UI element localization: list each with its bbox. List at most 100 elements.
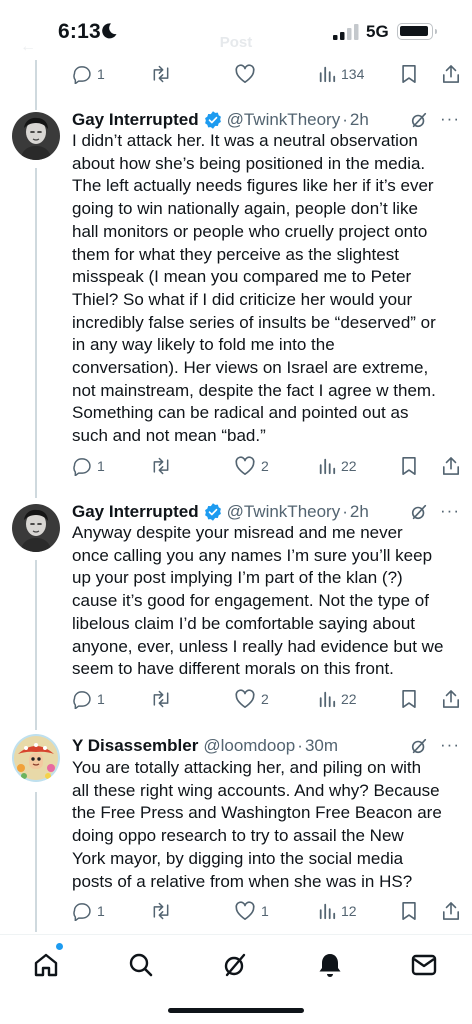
avatar[interactable] <box>12 112 60 160</box>
like-button[interactable] <box>234 60 256 88</box>
nav-notifications[interactable] <box>312 947 348 983</box>
tweet-text: I didn’t attack her. It was a neutral ob… <box>72 131 436 446</box>
heart-icon <box>235 64 255 83</box>
network-type: 5G <box>366 22 389 41</box>
separator-dot: · <box>297 736 303 755</box>
bookmark-button[interactable] <box>400 452 418 480</box>
share-button[interactable] <box>442 60 460 88</box>
battery-icon <box>397 23 437 40</box>
bookmark-button[interactable] <box>400 685 418 713</box>
bookmark-button[interactable] <box>400 897 418 925</box>
heart-icon <box>235 689 255 708</box>
tweet-time: 30m <box>304 736 339 755</box>
views-icon <box>319 691 336 708</box>
moon-icon <box>102 23 117 39</box>
verified-badge-icon <box>204 503 221 521</box>
share-button[interactable] <box>442 452 460 480</box>
status-bar: ← Post 6:13 5G <box>0 0 472 64</box>
nav-grok[interactable] <box>217 947 253 983</box>
grok-icon[interactable] <box>410 737 428 755</box>
tweet-actions: 1 134 <box>72 60 460 88</box>
views-button[interactable]: 22 <box>318 452 357 480</box>
search-icon <box>129 953 153 977</box>
status-time: 6:13 <box>58 20 101 43</box>
tweet-text: Anyway despite your misread and me never… <box>72 523 444 679</box>
nav-search[interactable] <box>123 947 159 983</box>
reply-count: 1 <box>97 458 105 474</box>
like-button[interactable]: 2 <box>234 452 269 480</box>
more-options-icon[interactable]: ··· <box>440 109 460 129</box>
reply-button[interactable]: 1 <box>72 685 105 713</box>
reply-count: 1 <box>97 66 105 82</box>
tweet-actions: 1 2 22 <box>72 685 460 713</box>
like-count: 2 <box>261 691 269 707</box>
retweet-button[interactable] <box>150 685 172 713</box>
retweet-button[interactable] <box>150 897 172 925</box>
user-handle[interactable]: @TwinkTheory <box>227 110 341 130</box>
notification-dot <box>56 943 63 950</box>
tweet-actions: 1 1 12 <box>72 897 460 925</box>
like-button[interactable]: 2 <box>234 685 269 713</box>
like-button[interactable]: 1 <box>234 897 269 925</box>
reply-button[interactable]: 1 <box>72 897 105 925</box>
tweet-header: Gay Interrupted @TwinkTheory · 2h <box>72 108 462 132</box>
tweet-time: 2h <box>349 502 369 521</box>
display-name[interactable]: Y Disassembler <box>72 736 198 756</box>
avatar[interactable] <box>12 504 60 552</box>
retweet-button[interactable] <box>150 60 172 88</box>
reply-icon <box>73 903 91 921</box>
share-icon <box>442 902 460 920</box>
views-icon <box>319 66 336 83</box>
tweet-header: Gay Interrupted @TwinkTheory · 2h <box>72 500 462 524</box>
avatar[interactable] <box>12 734 60 782</box>
tweet[interactable]: Gay Interrupted @TwinkTheory · 2h ··· An… <box>0 500 472 690</box>
views-icon <box>319 458 336 475</box>
tweet-actions: 1 2 22 <box>72 452 460 480</box>
views-button[interactable]: 22 <box>318 685 357 713</box>
share-icon <box>442 690 460 708</box>
messages-icon <box>411 954 437 976</box>
tweet[interactable]: Gay Interrupted @TwinkTheory · 2h ··· I … <box>0 108 472 478</box>
reply-count: 1 <box>97 691 105 707</box>
tweet-time: 2h <box>349 110 369 129</box>
retweet-icon <box>153 457 169 475</box>
views-button[interactable]: 12 <box>318 897 357 925</box>
reply-button[interactable]: 1 <box>72 60 105 88</box>
display-name[interactable]: Gay Interrupted <box>72 110 199 130</box>
tweet-header: Y Disassembler @loomdoop · 30m <box>72 734 462 758</box>
cellular-signal-icon <box>333 24 359 40</box>
views-button[interactable]: 134 <box>318 60 364 88</box>
notifications-icon <box>319 954 341 977</box>
share-button[interactable] <box>442 685 460 713</box>
grok-icon <box>224 953 246 977</box>
display-name[interactable]: Gay Interrupted <box>72 502 199 522</box>
bookmark-icon <box>402 457 416 475</box>
bookmark-icon <box>402 690 416 708</box>
home-icon <box>34 953 58 977</box>
heart-icon <box>235 456 255 475</box>
reply-icon <box>73 458 91 476</box>
grok-icon[interactable] <box>410 503 428 521</box>
views-count: 22 <box>341 691 357 707</box>
share-icon <box>442 65 460 83</box>
like-count: 1 <box>261 903 269 919</box>
reply-count: 1 <box>97 903 105 919</box>
retweet-button[interactable] <box>150 452 172 480</box>
more-options-icon[interactable]: ··· <box>440 501 460 521</box>
nav-home[interactable] <box>28 947 64 983</box>
reply-button[interactable]: 1 <box>72 452 105 480</box>
tweet-text: You are totally attacking her, and pilin… <box>72 758 442 891</box>
bookmark-icon <box>402 902 416 920</box>
nav-messages[interactable] <box>406 947 442 983</box>
views-count: 134 <box>341 66 365 82</box>
more-options-icon[interactable]: ··· <box>440 735 460 755</box>
user-handle[interactable]: @TwinkTheory <box>227 502 341 522</box>
grok-icon[interactable] <box>410 111 428 129</box>
home-indicator <box>168 1008 304 1013</box>
bookmark-button[interactable] <box>400 60 418 88</box>
user-handle[interactable]: @loomdoop <box>203 736 295 756</box>
share-button[interactable] <box>442 897 460 925</box>
views-count: 12 <box>341 903 357 919</box>
like-count: 2 <box>261 458 269 474</box>
tweet[interactable]: Y Disassembler @loomdoop · 30m ··· You a… <box>0 734 472 894</box>
